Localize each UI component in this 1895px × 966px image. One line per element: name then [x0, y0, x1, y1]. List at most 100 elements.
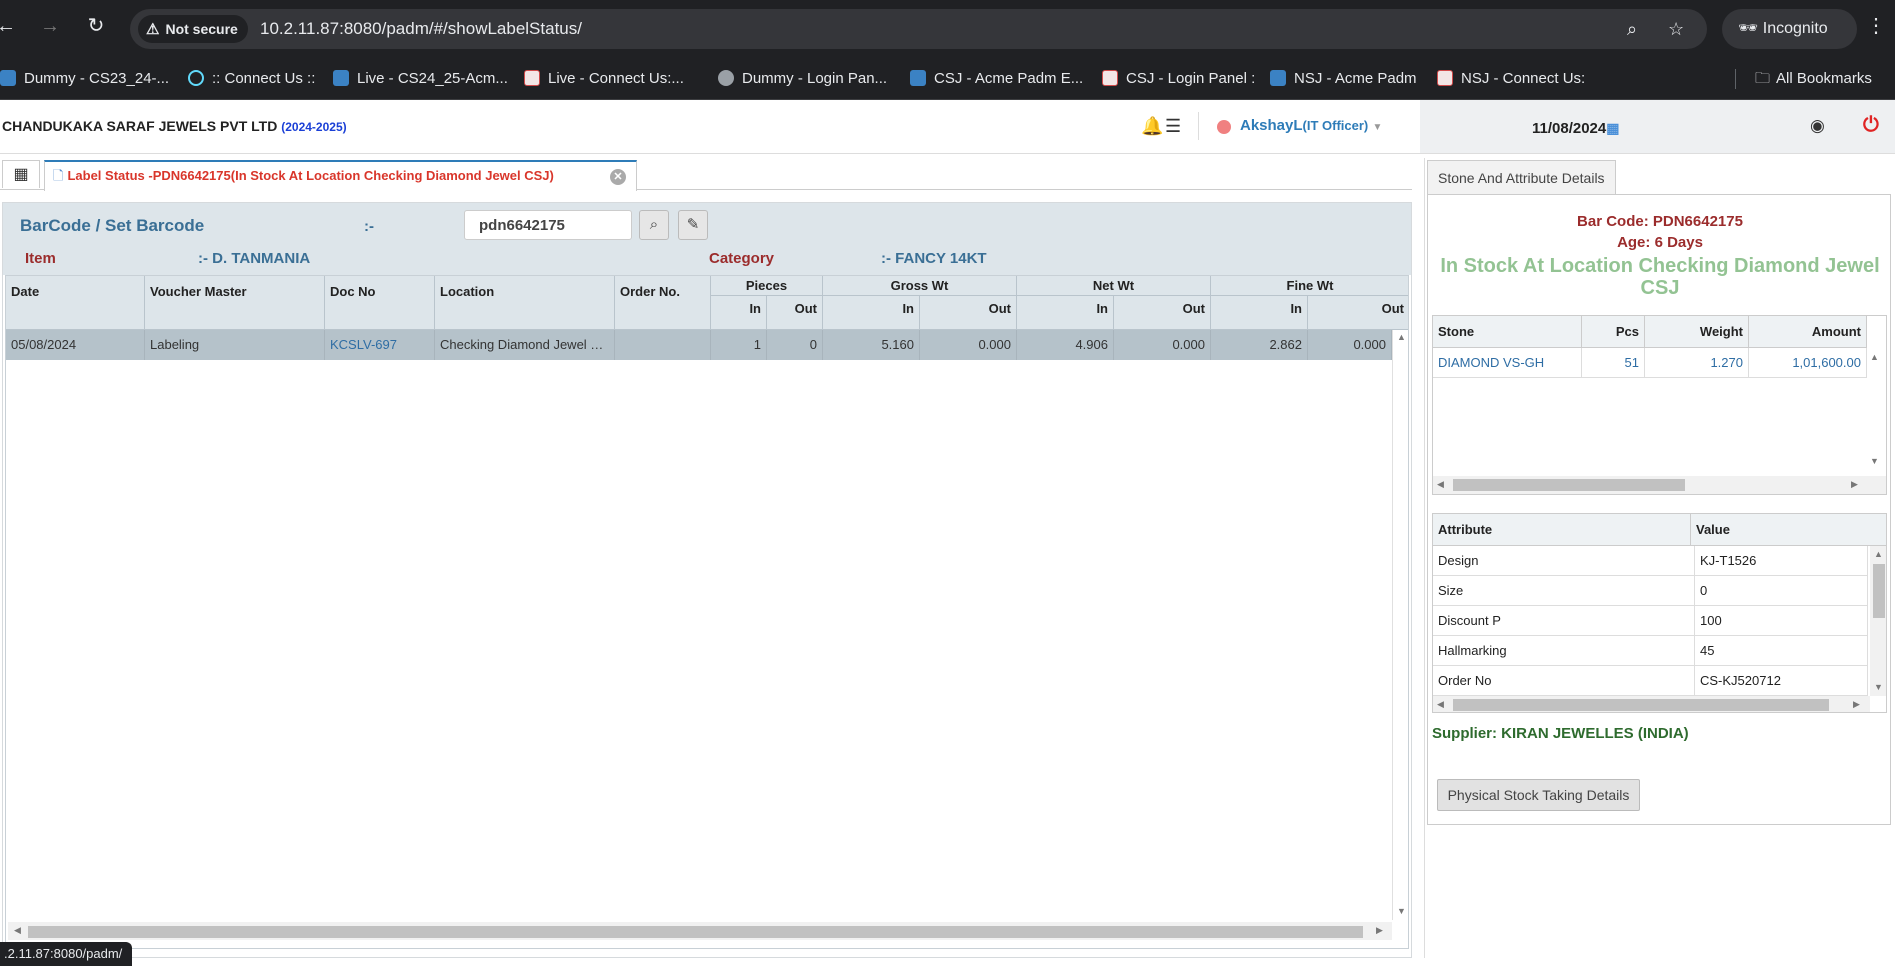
grid-vertical-scrollbar[interactable]: ▲ ▼ — [1392, 330, 1408, 920]
col-fine-wt: Fine Wt — [1211, 276, 1408, 296]
scroll-left-icon[interactable]: ◀ — [1437, 479, 1444, 490]
scroll-down-icon[interactable]: ▼ — [1397, 906, 1406, 916]
bookmark-item[interactable]: Live - CS24_25-Acm... — [333, 58, 508, 100]
scroll-up-icon[interactable]: ▲ — [1870, 352, 1879, 362]
scroll-right-icon[interactable]: ▶ — [1851, 479, 1858, 490]
hide-eye-icon[interactable]: ◉ — [1810, 116, 1825, 136]
bell-icon[interactable]: 🔔 — [1141, 116, 1163, 137]
grid-horizontal-scrollbar[interactable]: ◀ ▶ — [8, 922, 1392, 940]
attribute-value: CS-KJ520712 — [1695, 666, 1868, 696]
close-icon[interactable]: ✕ — [610, 169, 626, 185]
doc-no-link[interactable]: KCSLV-697 — [325, 330, 435, 360]
col-net-out[interactable]: Out — [1114, 296, 1211, 330]
bookmark-favicon-icon — [1270, 70, 1286, 86]
col-pieces-out[interactable]: Out — [767, 296, 823, 330]
stone-pcs: 51 — [1582, 348, 1645, 378]
bookmark-item[interactable]: CSJ - Acme Padm E... — [910, 58, 1083, 100]
scroll-left-icon[interactable]: ◀ — [14, 925, 21, 936]
col-pieces-in[interactable]: In — [711, 296, 767, 330]
table-row[interactable]: 05/08/2024 Labeling KCSLV-697 Checking D… — [6, 330, 1392, 360]
bookmark-label: NSJ - Connect Us: — [1461, 70, 1586, 87]
grid-scroll-thumb[interactable] — [28, 926, 1363, 938]
cell-pieces-in: 1 — [711, 330, 767, 360]
col-value[interactable]: Value — [1691, 514, 1886, 546]
scroll-down-icon[interactable]: ▼ — [1870, 456, 1879, 466]
col-voucher-master[interactable]: Voucher Master — [145, 276, 325, 330]
scroll-up-icon[interactable]: ▲ — [1874, 549, 1883, 559]
col-attribute[interactable]: Attribute — [1433, 514, 1691, 546]
attribute-scroll-thumb[interactable] — [1453, 699, 1829, 711]
edit-icon[interactable]: ✎ — [678, 210, 708, 240]
attribute-scroll-thumb[interactable] — [1873, 564, 1885, 618]
tab-label-status[interactable]: 🗋 Label Status -PDN6642175(In Stock At Lo… — [44, 160, 637, 191]
col-net-wt: Net Wt — [1017, 276, 1211, 296]
barcode-input[interactable] — [464, 210, 632, 240]
incognito-label: Incognito — [1762, 20, 1828, 37]
col-gross-in[interactable]: In — [823, 296, 920, 330]
folder-icon: 🗀 — [1755, 70, 1771, 87]
company-title: CHANDUKAKA SARAF JEWELS PVT LTD — [2, 118, 278, 134]
user-menu[interactable]: AkshayL(IT Officer) ▼ — [1240, 117, 1382, 134]
tab-stone-attribute-details[interactable]: Stone And Attribute Details — [1427, 160, 1616, 194]
barcode-label: BarCode / Set Barcode — [20, 216, 205, 235]
zoom-icon[interactable]: ⌕ — [1627, 18, 1637, 40]
scroll-up-icon[interactable]: ▲ — [1397, 332, 1406, 342]
globe-icon — [718, 70, 734, 86]
forward-icon[interactable]: → — [38, 14, 62, 38]
power-icon[interactable]: ⏻ — [1863, 114, 1879, 137]
scroll-right-icon[interactable]: ▶ — [1853, 699, 1860, 710]
attribute-name: Design — [1433, 546, 1695, 576]
col-order-no[interactable]: Order No. — [615, 276, 711, 330]
scroll-right-icon[interactable]: ▶ — [1376, 925, 1383, 936]
col-doc-no[interactable]: Doc No — [325, 276, 435, 330]
bookmark-item[interactable]: :: Connect Us :: — [188, 58, 315, 100]
incognito-indicator[interactable]: 🕶 Incognito — [1722, 9, 1857, 49]
back-icon[interactable]: ← — [0, 14, 18, 38]
bookmark-label: CSJ - Acme Padm E... — [934, 70, 1084, 87]
cell-location: Checking Diamond Jewel CSJ — [435, 330, 615, 360]
col-fine-in[interactable]: In — [1211, 296, 1308, 330]
server-icon[interactable]: ☰ — [1165, 116, 1181, 137]
bookmark-star-icon[interactable]: ☆ — [1668, 18, 1684, 40]
stock-status-text: In Stock At Location Checking Diamond Je… — [1440, 255, 1880, 299]
attribute-horizontal-scrollbar[interactable]: ◀ ▶ — [1433, 696, 1870, 712]
search-icon[interactable]: ⌕ — [639, 210, 669, 240]
scroll-down-icon[interactable]: ▼ — [1874, 682, 1883, 692]
scroll-left-icon[interactable]: ◀ — [1437, 699, 1444, 710]
stone-amount: 1,01,600.00 — [1749, 348, 1867, 378]
bookmark-item[interactable]: NSJ - Acme Padm — [1270, 58, 1417, 100]
bookmark-item[interactable]: Dummy - CS23_24-... — [0, 58, 169, 100]
stone-table: Stone Pcs Weight Amount DIAMOND VS-GH 51… — [1432, 315, 1887, 495]
physical-stock-taking-button[interactable]: Physical Stock Taking Details — [1437, 779, 1640, 811]
bookmark-item[interactable]: CSJ - Login Panel : — [1102, 58, 1255, 100]
url-text[interactable]: 10.2.11.87:8080/padm/#/showLabelStatus/ — [260, 18, 582, 40]
cell-gross-in: 5.160 — [823, 330, 920, 360]
attribute-vertical-scrollbar[interactable]: ▲ ▼ — [1870, 546, 1886, 696]
reload-icon[interactable]: ↻ — [84, 14, 108, 38]
stone-name[interactable]: DIAMOND VS-GH — [1433, 348, 1582, 378]
bookmark-item[interactable]: Dummy - Login Pan... — [718, 58, 887, 100]
stone-horizontal-scrollbar[interactable]: ◀ ▶ — [1433, 476, 1886, 494]
all-bookmarks[interactable]: 🗀 All Bookmarks — [1755, 58, 1872, 100]
col-weight[interactable]: Weight — [1645, 316, 1749, 348]
cell-date: 05/08/2024 — [6, 330, 145, 360]
tab-strip: ▦ 🗋 Label Status -PDN6642175(In Stock At … — [0, 158, 1412, 191]
col-date[interactable]: Date — [6, 276, 145, 330]
col-fine-out[interactable]: Out — [1308, 296, 1408, 330]
col-gross-out[interactable]: Out — [920, 296, 1017, 330]
bookmark-item[interactable]: Live - Connect Us:... — [524, 58, 684, 100]
address-bar[interactable]: ⚠ Not secure 10.2.11.87:8080/padm/#/showL… — [130, 9, 1707, 49]
col-net-in[interactable]: In — [1017, 296, 1114, 330]
current-date[interactable]: 11/08/2024▦ — [1532, 120, 1619, 137]
calendar-icon[interactable]: ▦ — [1606, 120, 1619, 136]
bookmark-item[interactable]: NSJ - Connect Us: — [1437, 58, 1585, 100]
apps-grid-icon[interactable]: ▦ — [2, 160, 40, 188]
col-stone[interactable]: Stone — [1433, 316, 1582, 348]
security-chip[interactable]: ⚠ Not secure — [138, 15, 248, 43]
col-pcs[interactable]: Pcs — [1582, 316, 1645, 348]
bookmark-favicon-icon — [333, 70, 349, 86]
col-location[interactable]: Location — [435, 276, 615, 330]
browser-menu-icon[interactable]: ⋮ — [1866, 14, 1886, 38]
stone-scroll-thumb[interactable] — [1453, 479, 1685, 491]
col-amount[interactable]: Amount — [1749, 316, 1867, 348]
